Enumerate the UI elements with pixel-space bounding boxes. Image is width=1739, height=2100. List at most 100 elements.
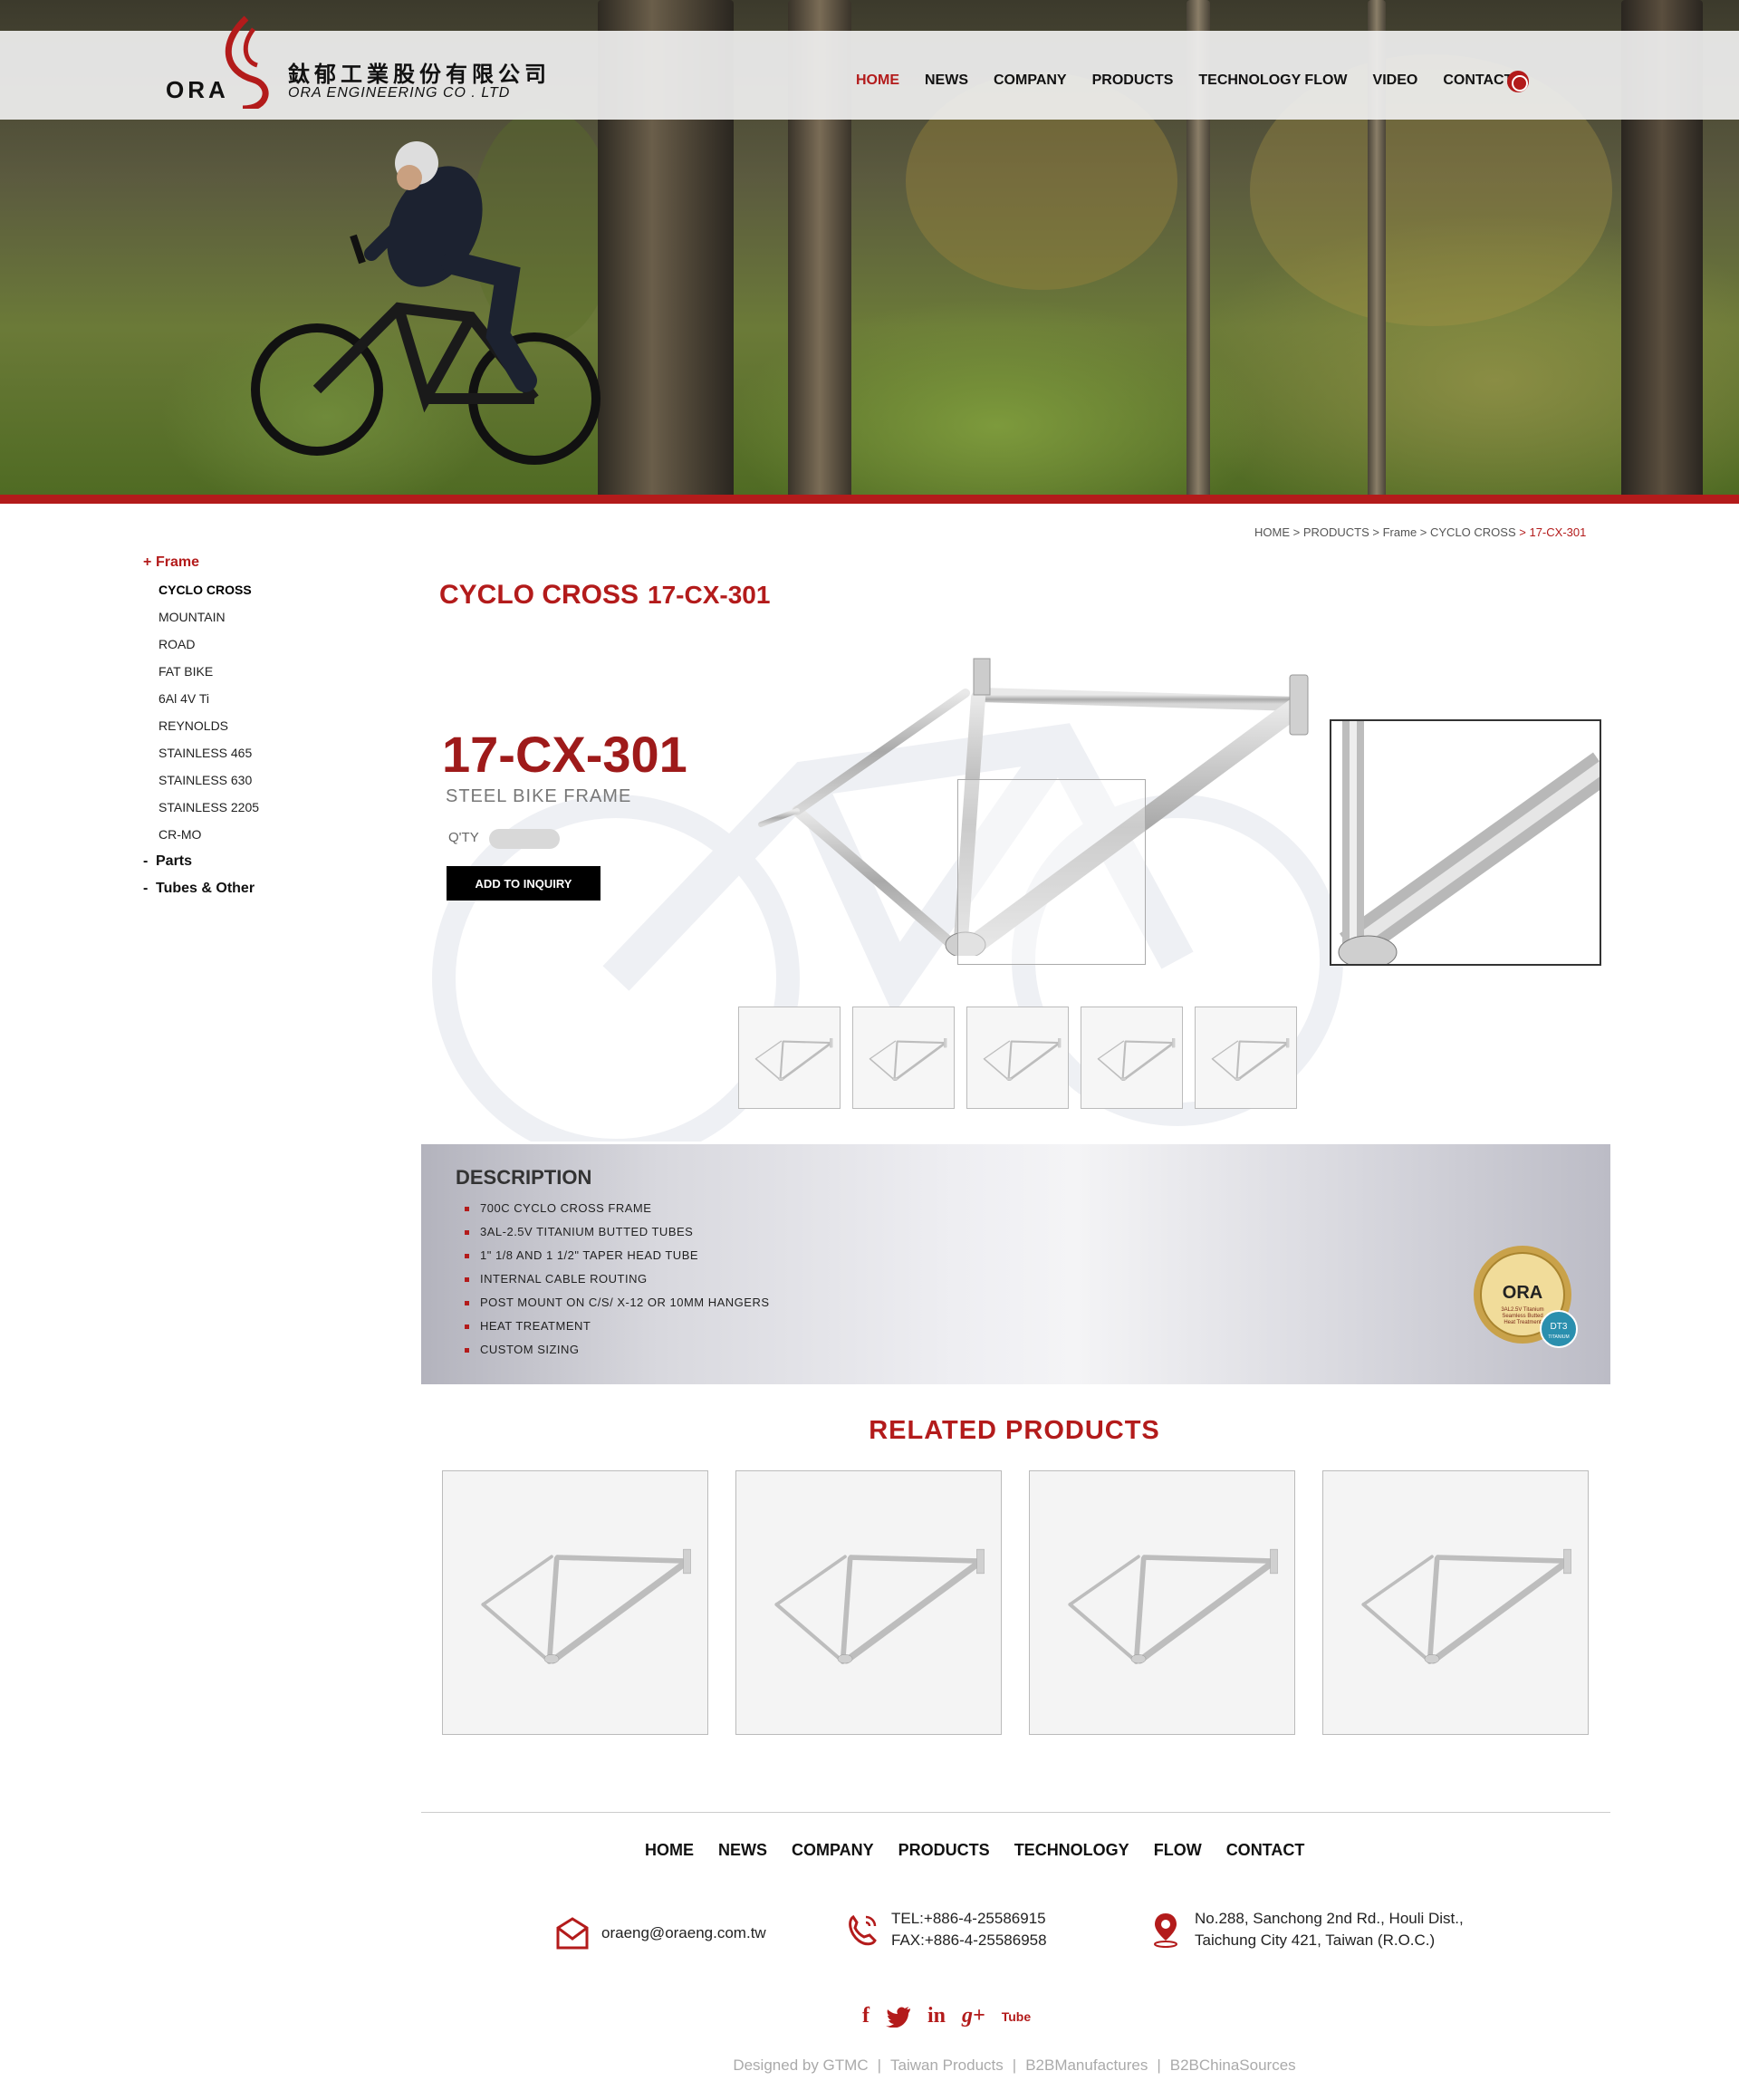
svg-text:TITANIUM: TITANIUM <box>1548 1334 1569 1340</box>
mountain-biker-image <box>251 141 600 465</box>
add-to-inquiry-button[interactable]: ADD TO INQUIRY <box>447 866 600 901</box>
footer-nav-flow[interactable]: FLOW <box>1154 1841 1202 1860</box>
globe-icon[interactable] <box>1507 71 1529 92</box>
sidebar-category-label: Frame <box>156 554 200 570</box>
email-text[interactable]: oraeng@oraeng.com.tw <box>601 1922 766 1944</box>
nav-item-home[interactable]: HOME <box>856 72 899 89</box>
credits-separator: | <box>1012 2057 1017 2074</box>
social-links: f in g+ Tube <box>862 2004 1031 2028</box>
sidebar-item-mountain[interactable]: MOUNTAIN <box>143 603 379 631</box>
description-item: CUSTOM SIZING <box>465 1338 770 1362</box>
footer-nav: HOME NEWS COMPANY PRODUCTS TECHNOLOGY FLOW CON… <box>645 1841 1329 1860</box>
sidebar-item-cr-mo[interactable]: CR-MO <box>143 821 379 848</box>
product-thumbnail[interactable] <box>966 1007 1069 1109</box>
quality-badge-icon: ORA 3AL2.5V Titanium Seamless Butted Hea… <box>1474 1246 1578 1348</box>
related-product-card[interactable] <box>442 1470 708 1735</box>
sidebar-item-stainless-630[interactable]: STAINLESS 630 <box>143 766 379 794</box>
qty-input[interactable] <box>489 829 560 849</box>
nav-item-company[interactable]: COMPANY <box>994 72 1067 89</box>
product-thumbnail[interactable] <box>738 1007 841 1109</box>
nav-item-video[interactable]: VIDEO <box>1373 72 1418 89</box>
sidebar-toggle-icon: - <box>143 853 149 869</box>
sidebar-item-stainless-465[interactable]: STAINLESS 465 <box>143 739 379 766</box>
product-thumbnail[interactable] <box>1081 1007 1183 1109</box>
breadcrumb: HOME > PRODUCTS > Frame > CYCLO CROSS > … <box>1254 525 1586 539</box>
hero-banner: ORA 鈦郁工業股份有限公司 ORA ENGINEERING CO . LTD … <box>0 0 1739 504</box>
sidebar-category-parts[interactable]: - Parts <box>143 848 379 875</box>
description-panel: DESCRIPTION 700C CYCLO CROSS FRAME 3AL-2.… <box>421 1144 1610 1384</box>
hero-divider <box>0 495 1739 504</box>
sidebar-item-6al-4v-ti[interactable]: 6Al 4V Ti <box>143 685 379 712</box>
breadcrumb-link-cyclo-cross[interactable]: CYCLO CROSS <box>1430 525 1516 539</box>
related-products-title: RELATED PRODUCTS <box>869 1416 1160 1445</box>
company-name-cn: 鈦郁工業股份有限公司 <box>288 63 551 87</box>
tel-text: TEL:+886-4-25586915 <box>891 1910 1046 1927</box>
product-code-heading: 17-CX-301 <box>442 726 687 783</box>
zoomed-frame-detail <box>1338 721 1600 964</box>
thumbnail-strip <box>738 1007 1297 1109</box>
phone-icon <box>849 1914 877 1946</box>
category-sidebar: + Frame CYCLO CROSS MOUNTAIN ROAD FAT BIKE 6Al… <box>143 549 379 902</box>
description-item: HEAT TREATMENT <box>465 1315 770 1338</box>
frame-thumbnail-image <box>1211 1037 1289 1081</box>
company-logo[interactable]: ORA 鈦郁工業股份有限公司 ORA ENGINEERING CO . LTD <box>163 9 562 109</box>
nav-item-contact[interactable]: CONTACT <box>1443 72 1513 89</box>
breadcrumb-link-home[interactable]: HOME <box>1254 525 1290 539</box>
description-item: INTERNAL CABLE ROUTING <box>465 1267 770 1291</box>
description-item: 700C CYCLO CROSS FRAME <box>465 1197 770 1220</box>
sidebar-category-frame[interactable]: + Frame <box>143 549 379 576</box>
frame-thumbnail-image <box>869 1037 946 1081</box>
footer-credits: Designed by GTMC | Taiwan Products | B2BManu… <box>0 2057 1739 2075</box>
product-thumbnail[interactable] <box>852 1007 955 1109</box>
breadcrumb-current: 17-CX-301 <box>1529 525 1587 539</box>
youtube-icon[interactable]: Tube <box>1002 2009 1031 2024</box>
nav-item-news[interactable]: NEWS <box>925 72 968 89</box>
sidebar-item-reynolds[interactable]: REYNOLDS <box>143 712 379 739</box>
sidebar-item-cyclo-cross[interactable]: CYCLO CROSS <box>143 576 379 603</box>
frame-thumbnail-image <box>754 1037 832 1081</box>
credit-link-taiwan-products[interactable]: Taiwan Products <box>890 2057 1004 2074</box>
breadcrumb-link-frame[interactable]: Frame <box>1383 525 1417 539</box>
footer-nav-home[interactable]: HOME <box>645 1841 694 1860</box>
contact-email[interactable]: oraeng@oraeng.com.tw <box>554 1915 766 1951</box>
sidebar-category-label: Tubes & Other <box>156 881 255 896</box>
ora-logo-icon: ORA <box>166 15 269 109</box>
footer-nav-contact[interactable]: CONTACT <box>1226 1841 1305 1860</box>
sidebar-category-label: Parts <box>156 853 193 869</box>
nav-item-technology-flow[interactable]: TECHNOLOGY FLOW <box>1198 72 1347 89</box>
svg-text:DT3: DT3 <box>1551 1322 1568 1332</box>
description-item: POST MOUNT ON C/S/ X-12 OR 10MM HANGERS <box>465 1291 770 1315</box>
related-product-card[interactable] <box>735 1470 1002 1735</box>
sidebar-item-road[interactable]: ROAD <box>143 631 379 658</box>
facebook-icon[interactable]: f <box>862 2004 870 2028</box>
credit-link-designed-by-gtmc[interactable]: Designed by GTMC <box>733 2057 868 2074</box>
credit-link-b2bchinasources[interactable]: B2BChinaSources <box>1170 2057 1296 2074</box>
related-product-card[interactable] <box>1029 1470 1295 1735</box>
footer-nav-company[interactable]: COMPANY <box>792 1841 874 1860</box>
sidebar-item-stainless-2205[interactable]: STAINLESS 2205 <box>143 794 379 821</box>
breadcrumb-link-products[interactable]: PRODUCTS <box>1303 525 1369 539</box>
description-item: 3AL-2.5V TITANIUM BUTTED TUBES <box>465 1220 770 1244</box>
svg-text:Seamless Butted: Seamless Butted <box>1502 1314 1542 1319</box>
footer-nav-technology[interactable]: TECHNOLOGY <box>1014 1841 1129 1860</box>
frame-thumbnail-image <box>1097 1037 1175 1081</box>
linkedin-icon[interactable]: in <box>927 2004 946 2028</box>
product-thumbnail[interactable] <box>1195 1007 1297 1109</box>
page-title: CYCLO CROSS 17-CX-301 <box>439 580 770 611</box>
sidebar-toggle-icon: - <box>143 881 149 896</box>
google-plus-icon[interactable]: g+ <box>962 2004 985 2028</box>
contact-phone: TEL:+886-4-25586915 FAX:+886-4-25586958 <box>844 1908 1047 1951</box>
nav-item-products[interactable]: PRODUCTS <box>1092 72 1174 89</box>
footer-nav-news[interactable]: NEWS <box>718 1841 767 1860</box>
twitter-icon[interactable] <box>886 2006 911 2028</box>
contact-address: No.288, Sanchong 2nd Rd., Houli Dist., T… <box>1148 1908 1464 1951</box>
related-product-card[interactable] <box>1322 1470 1589 1735</box>
fax-text: FAX:+886-4-25586958 <box>891 1931 1047 1949</box>
sidebar-item-fat-bike[interactable]: FAT BIKE <box>143 658 379 685</box>
footer-nav-products[interactable]: PRODUCTS <box>898 1841 990 1860</box>
credit-link-b2bmanufactures[interactable]: B2BManufactures <box>1025 2057 1148 2074</box>
footer-divider <box>421 1812 1610 1813</box>
sidebar-category-tubes-other[interactable]: - Tubes & Other <box>143 875 379 902</box>
zoom-lens[interactable] <box>957 779 1146 965</box>
related-products-grid <box>442 1470 1589 1735</box>
